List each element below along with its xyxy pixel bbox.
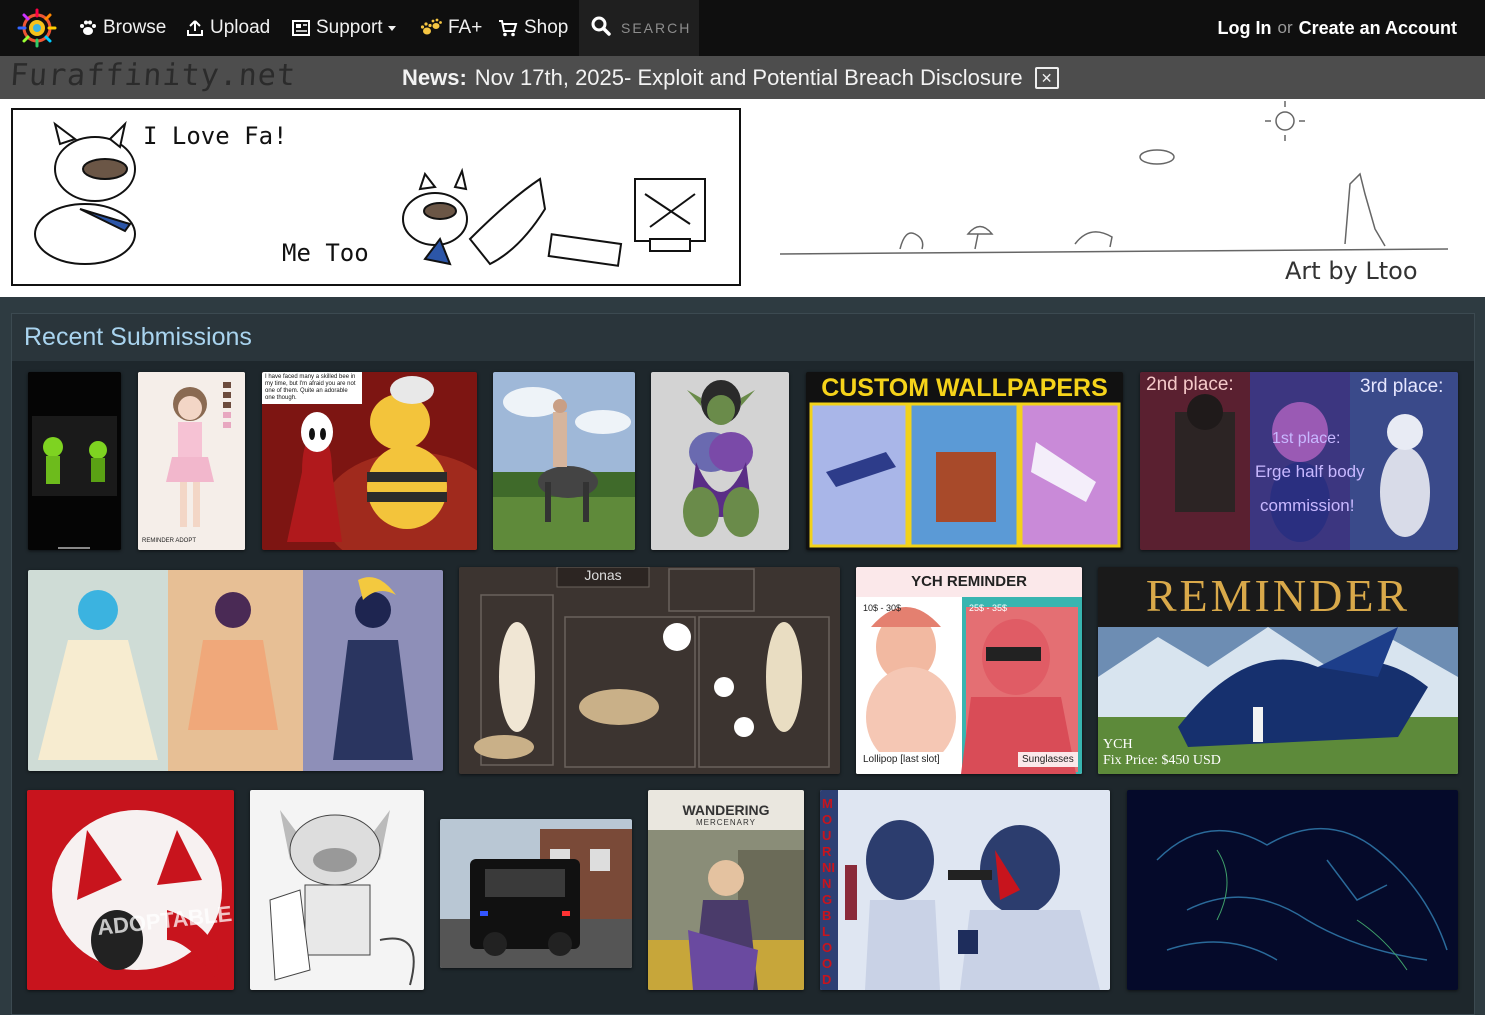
submission-thumbnail[interactable]	[1127, 790, 1458, 990]
upload-label: Upload	[210, 17, 271, 38]
thumb-caption: Lollipop [last slot]	[859, 752, 944, 767]
thumb-caption: REMINDER ADOPT	[142, 538, 197, 544]
thumb-caption: CUSTOM WALLPAPERS	[821, 374, 1108, 402]
search-icon[interactable]	[591, 16, 611, 41]
thumb-caption: commission!	[1260, 496, 1355, 515]
thumb-caption: Sunglasses	[1018, 752, 1078, 767]
thumb-caption: Erge half body	[1255, 462, 1365, 481]
banner-speech-1: I Love Fa!	[143, 122, 288, 150]
thumb-caption: YCH REMINDER	[911, 573, 1027, 590]
submission-thumbnail[interactable]: YCH REMINDER 10$ - 30$ 25$ - 35$ Lollipo…	[856, 567, 1082, 774]
close-icon[interactable]: ✕	[1034, 66, 1059, 89]
thumb-caption: WANDERING	[682, 802, 770, 818]
submission-thumbnail[interactable]: WANDERING MERCENARY	[648, 790, 804, 990]
news-label: News:	[402, 64, 467, 90]
banner-speech-2: Me Too	[282, 239, 369, 267]
thumb-caption: 25$ - 35$	[969, 603, 1008, 613]
section-header: Recent Submissions	[12, 314, 1474, 361]
auth-links: Log In or Create an Account	[1218, 0, 1457, 56]
search-input[interactable]	[619, 19, 699, 37]
newspaper-icon	[292, 20, 310, 36]
thumb-caption: 1st place:	[1272, 430, 1341, 447]
section-title: Recent Submissions	[24, 323, 252, 351]
submission-thumbnail[interactable]	[651, 372, 789, 550]
news-notice: News: Nov 17th, 2025- Exploit and Potent…	[402, 56, 1059, 99]
site-banner[interactable]: I Love Fa! Me Too Art by Ltoo	[0, 99, 1485, 297]
submission-thumbnail[interactable]: I have faced many a skilled bee in my ti…	[262, 372, 477, 550]
submission-thumbnail[interactable]	[250, 790, 424, 990]
site-logo-icon[interactable]	[17, 8, 57, 48]
browse-label: Browse	[103, 17, 167, 38]
top-navbar: Browse Upload Support FA+ Shop Log In o	[0, 0, 1485, 56]
faplus-link[interactable]: FA+	[420, 0, 482, 56]
submission-thumbnail[interactable]: ADOPTABLE	[27, 790, 234, 990]
browse-link[interactable]: Browse	[79, 0, 166, 56]
upload-link[interactable]: Upload	[186, 0, 270, 56]
support-menu[interactable]: Support	[292, 0, 396, 56]
login-link[interactable]: Log In	[1218, 18, 1272, 39]
submission-thumbnail[interactable]	[28, 570, 443, 771]
support-label: Support	[316, 17, 383, 38]
shop-label: Shop	[524, 17, 569, 38]
upload-icon	[186, 19, 204, 37]
thumb-caption: Fix Price: $450 USD	[1103, 753, 1221, 768]
thumb-caption: REMINDER	[1145, 570, 1411, 621]
thumb-caption: Jonas	[584, 567, 622, 583]
create-account-link[interactable]: Create an Account	[1299, 18, 1457, 39]
or-text: or	[1277, 18, 1293, 37]
submission-thumbnail[interactable]	[28, 372, 121, 550]
banner-credit: Art by Ltoo	[1285, 257, 1418, 285]
news-link[interactable]: Nov 17th, 2025- Exploit and Potential Br…	[475, 65, 1023, 91]
chevron-down-icon	[387, 25, 396, 31]
site-wordmark[interactable]: Furaffinity.net	[9, 58, 297, 93]
submission-thumbnail[interactable]: Jonas	[459, 567, 840, 774]
thumb-caption: MOURNING BLOOD	[822, 796, 835, 987]
cart-icon	[498, 19, 518, 37]
thumb-caption: 10$ - 30$	[863, 603, 902, 613]
thumb-caption: 2nd place:	[1146, 374, 1234, 395]
submission-thumbnail[interactable]	[440, 819, 632, 968]
faplus-label: FA+	[448, 17, 483, 38]
faplus-paws-icon	[420, 18, 442, 38]
submission-thumbnail[interactable]: CUSTOM WALLPAPERS	[806, 372, 1123, 550]
thumb-caption: I have faced many a skilled bee in my ti…	[265, 374, 356, 401]
thumb-caption: 3rd place:	[1360, 376, 1444, 397]
search-box[interactable]	[579, 0, 699, 56]
submission-thumbnail[interactable]: 2nd place: 3rd place: 1st place: Erge ha…	[1140, 372, 1458, 550]
paw-icon	[79, 19, 97, 37]
submission-thumbnail[interactable]: MOURNING BLOOD	[820, 790, 1110, 990]
thumb-caption: MERCENARY	[696, 818, 756, 827]
news-bar: Furaffinity.net News: Nov 17th, 2025- Ex…	[0, 56, 1485, 100]
submission-thumbnail[interactable]	[493, 372, 635, 550]
submission-thumbnail[interactable]: REMINDER ADOPT	[138, 372, 245, 550]
thumb-caption: YCH	[1103, 737, 1133, 752]
submission-thumbnail[interactable]: REMINDER YCH Fix Price: $450 USD	[1098, 567, 1458, 774]
shop-link[interactable]: Shop	[498, 0, 568, 56]
